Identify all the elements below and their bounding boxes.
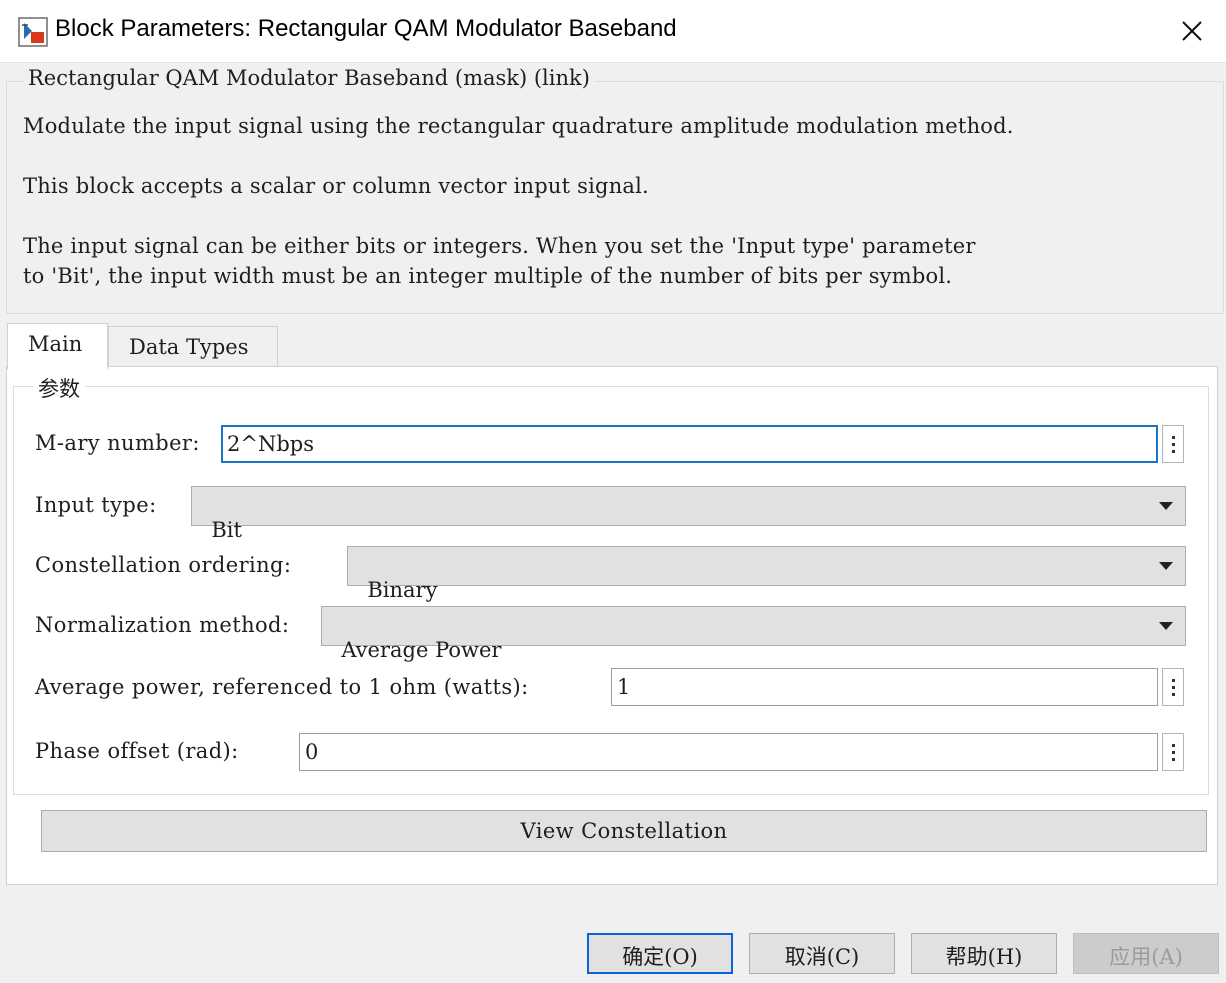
more-dot-icon: [1171, 743, 1175, 747]
help-button[interactable]: 帮助(H): [911, 933, 1057, 974]
input-type-label: Input type:: [35, 493, 157, 517]
more-dot-icon: [1171, 678, 1175, 682]
description-line-1: Modulate the input signal using the rect…: [23, 114, 1014, 138]
mary-number-label: M-ary number:: [35, 431, 200, 455]
mary-number-more-button[interactable]: [1162, 425, 1184, 463]
input-type-dropdown[interactable]: Bit: [191, 486, 1186, 542]
average-power-field[interactable]: 1: [611, 668, 1158, 706]
normalization-method-value: Average Power: [341, 638, 502, 662]
cancel-button[interactable]: 取消(C): [749, 933, 895, 974]
close-icon: [1182, 21, 1202, 41]
phase-offset-more-button[interactable]: [1162, 733, 1184, 771]
constellation-ordering-label: Constellation ordering:: [35, 553, 292, 577]
more-dot-icon: [1171, 692, 1175, 696]
simulink-block-icon: [18, 17, 48, 47]
description-line-2: This block accepts a scalar or column ve…: [23, 174, 649, 198]
description-line-3: The input signal can be either bits or i…: [23, 234, 976, 258]
more-dot-icon: [1171, 435, 1175, 439]
more-dot-icon: [1171, 449, 1175, 453]
view-constellation-button[interactable]: View Constellation: [41, 810, 1207, 852]
tab-data-types[interactable]: Data Types: [108, 326, 278, 367]
dropdown-arrow-icon: [1159, 562, 1173, 570]
dropdown-arrow-icon: [1159, 622, 1173, 630]
more-dot-icon: [1171, 757, 1175, 761]
normalization-method-label: Normalization method:: [35, 613, 290, 637]
mary-number-field[interactable]: 2^Nbps: [221, 425, 1158, 463]
mask-legend: Rectangular QAM Modulator Baseband (mask…: [24, 66, 594, 90]
phase-offset-label: Phase offset (rad):: [35, 739, 239, 763]
more-dot-icon: [1171, 442, 1175, 446]
input-type-value: Bit: [211, 518, 242, 542]
window-title: Block Parameters: Rectangular QAM Modula…: [55, 15, 677, 42]
average-power-label: Average power, referenced to 1 ohm (watt…: [35, 675, 529, 699]
apply-button[interactable]: 应用(A): [1073, 933, 1219, 974]
tab-main[interactable]: Main: [7, 323, 108, 369]
more-dot-icon: [1171, 750, 1175, 754]
average-power-more-button[interactable]: [1162, 668, 1184, 706]
phase-offset-field[interactable]: 0: [299, 733, 1158, 771]
parameters-group-label: 参数: [33, 373, 85, 403]
close-button[interactable]: [1158, 0, 1226, 62]
title-bar: Block Parameters: Rectangular QAM Modula…: [0, 0, 1226, 63]
dropdown-arrow-icon: [1159, 502, 1173, 510]
constellation-ordering-value: Binary: [367, 578, 438, 602]
ok-button[interactable]: 确定(O): [587, 933, 733, 974]
description-line-4: to 'Bit', the input width must be an int…: [23, 264, 953, 288]
constellation-ordering-dropdown[interactable]: Binary: [347, 546, 1186, 602]
more-dot-icon: [1171, 685, 1175, 689]
normalization-method-dropdown[interactable]: Average Power: [321, 606, 1186, 662]
